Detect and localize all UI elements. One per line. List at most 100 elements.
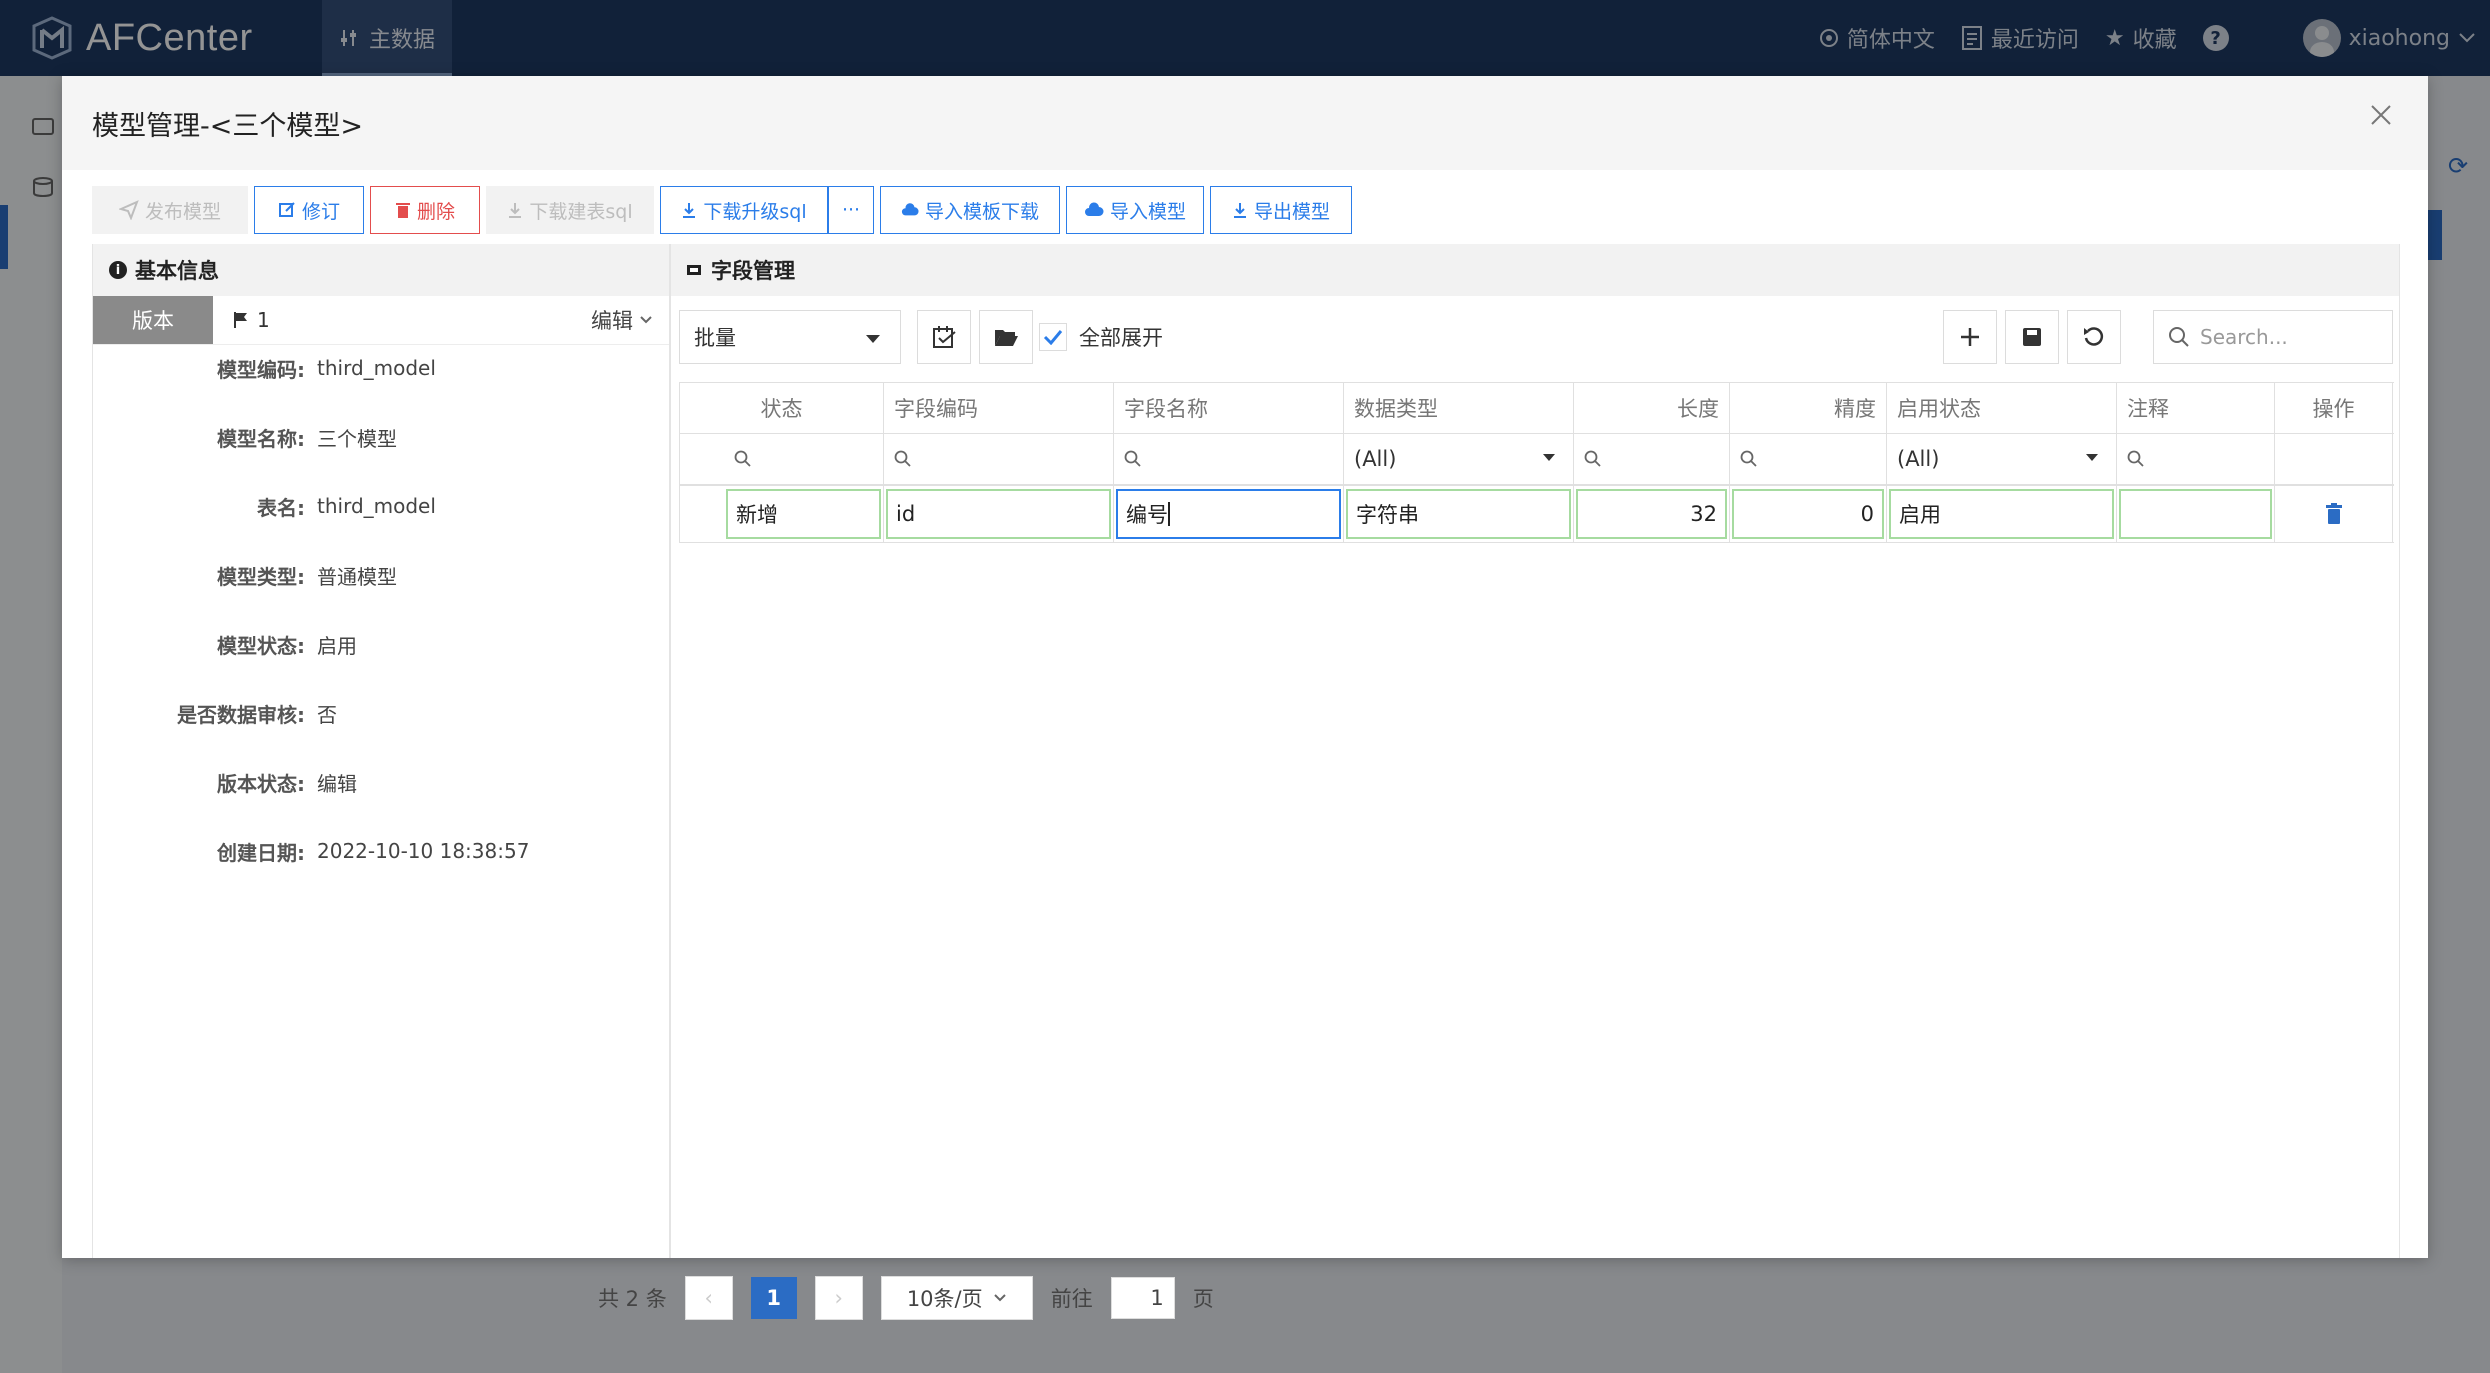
checkbox-box[interactable]	[1039, 323, 1067, 351]
info-row: 创建日期: 2022-10-10 18:38:57	[93, 831, 669, 871]
delete-button[interactable]: 删除	[370, 186, 480, 234]
filter-code[interactable]	[884, 434, 1114, 484]
column-header-code[interactable]: 字段编码	[884, 383, 1114, 433]
info-row: 模型名称: 三个模型	[93, 417, 669, 457]
trash-icon	[395, 203, 410, 218]
info-row: 版本状态: 编辑	[93, 762, 669, 802]
info-label: 版本状态:	[217, 771, 305, 796]
field-grid: 状态 字段编码 字段名称 数据类型 长度 精度 启用状态 注释 操作 (All)…	[679, 382, 2394, 543]
version-tab[interactable]: 版本	[93, 296, 213, 344]
cell-comment-value[interactable]	[2119, 489, 2272, 539]
column-header-comment[interactable]: 注释	[2117, 383, 2275, 433]
info-value: 普通模型	[317, 564, 397, 589]
info-value: 否	[317, 702, 337, 727]
cell-length[interactable]: 32	[1574, 486, 1730, 542]
pager-goto-input[interactable]: 1	[1110, 1277, 1175, 1319]
info-label: 表名:	[257, 495, 305, 520]
column-header-type[interactable]: 数据类型	[1344, 383, 1574, 433]
cell-name-editor[interactable]: 编号	[1116, 489, 1341, 539]
info-label: 模型状态:	[217, 633, 305, 658]
more-icon: ···	[841, 199, 861, 221]
publish-model-label: 发布模型	[144, 200, 221, 223]
cell-enabled[interactable]: 启用	[1887, 486, 2117, 542]
version-edit-dropdown[interactable]: 编辑	[591, 296, 653, 344]
background-pager: 共 2 条 ‹ 1 › 10条/页 前往 1 页	[598, 1262, 1214, 1334]
revise-button[interactable]: 修订	[254, 186, 364, 234]
batch-select[interactable]: 批量	[679, 310, 901, 364]
filter-precision[interactable]	[1730, 434, 1887, 484]
info-value: 编辑	[317, 771, 357, 796]
info-label: 创建日期:	[217, 840, 305, 865]
dialog-title: 模型管理-<三个模型>	[92, 111, 363, 142]
info-value: 启用	[317, 633, 357, 658]
more-button[interactable]: ···	[828, 186, 874, 234]
cell-type-value[interactable]: 字符串	[1346, 489, 1571, 539]
info-value: 2022-10-10 18:38:57	[317, 839, 530, 863]
trash-icon[interactable]	[2325, 503, 2343, 525]
cell-type[interactable]: 字符串	[1344, 486, 1574, 542]
search-icon	[1584, 450, 1601, 467]
filter-enabled-select[interactable]: (All)	[1887, 434, 2117, 484]
cloud-download-icon	[901, 203, 919, 216]
version-number: 1	[257, 308, 270, 332]
cell-name[interactable]: 编号	[1114, 486, 1344, 542]
text-cursor	[1168, 502, 1170, 526]
open-folder-button[interactable]	[979, 310, 1033, 364]
revise-label: 修订	[301, 200, 340, 223]
batch-select-value: 批量	[694, 326, 736, 350]
save-button[interactable]	[2005, 310, 2059, 364]
grid-header-row: 状态 字段编码 字段名称 数据类型 长度 精度 启用状态 注释 操作	[680, 383, 2394, 434]
import-model-button[interactable]: 导入模型	[1066, 186, 1204, 234]
caret-down-icon	[866, 335, 880, 343]
basic-info-title: 基本信息	[135, 259, 219, 283]
caret-down-icon	[1543, 454, 1555, 461]
cell-comment[interactable]	[2117, 486, 2275, 542]
cell-length-value[interactable]: 32	[1576, 489, 1727, 539]
pager-current-page[interactable]: 1	[750, 1277, 797, 1319]
plus-icon	[1961, 328, 1979, 346]
filter-length[interactable]	[1574, 434, 1730, 484]
calendar-check-icon	[933, 326, 956, 348]
undo-button[interactable]	[2067, 310, 2121, 364]
expand-all-checkbox[interactable]: 全部展开	[1039, 322, 1163, 352]
info-value: 三个模型	[317, 426, 397, 451]
info-row: 模型类型: 普通模型	[93, 555, 669, 595]
download-icon	[1233, 203, 1246, 218]
export-model-button[interactable]: 导出模型	[1210, 186, 1352, 234]
cell-status-value[interactable]: 新增	[726, 489, 881, 539]
filter-comment[interactable]	[2117, 434, 2275, 484]
cell-code-value[interactable]: id	[886, 489, 1111, 539]
download-create-sql-button[interactable]: 下载建表sql	[486, 186, 654, 234]
dialog-toolbar: 发布模型 修订 删除 下载建表sql 下载升级sql ··· 导入模板下载 导入…	[92, 186, 1352, 234]
cell-actions	[2275, 486, 2393, 542]
model-management-dialog: 模型管理-<三个模型> 发布模型 修订 删除 下载建表sql 下载升级sql ·…	[62, 76, 2428, 1258]
template-download-button[interactable]: 导入模板下载	[880, 186, 1060, 234]
filter-type-select[interactable]: (All)	[1344, 434, 1574, 484]
edit-icon	[278, 202, 295, 217]
cell-precision[interactable]: 0	[1730, 486, 1887, 542]
filter-name[interactable]	[1114, 434, 1344, 484]
column-header-precision[interactable]: 精度	[1730, 383, 1887, 433]
folder-open-icon	[995, 330, 1018, 346]
column-header-name[interactable]: 字段名称	[1114, 383, 1344, 433]
cell-status[interactable]: 新增	[680, 486, 884, 542]
cell-enabled-value[interactable]: 启用	[1889, 489, 2114, 539]
column-header-status[interactable]: 状态	[680, 383, 884, 433]
column-header-length[interactable]: 长度	[1574, 383, 1730, 433]
info-row: 模型状态: 启用	[93, 624, 669, 664]
pager-next-button[interactable]: ›	[814, 1276, 863, 1320]
close-icon[interactable]	[2366, 100, 2396, 130]
cell-code[interactable]: id	[884, 486, 1114, 542]
column-header-enabled[interactable]: 启用状态	[1887, 383, 2117, 433]
download-upgrade-sql-button[interactable]: 下载升级sql	[660, 186, 828, 234]
add-row-button[interactable]	[1943, 310, 1997, 364]
filter-status[interactable]	[680, 434, 884, 484]
search-placeholder: Search...	[2200, 325, 2288, 349]
pager-prev-button[interactable]: ‹	[684, 1276, 733, 1320]
check-list-button[interactable]	[917, 310, 971, 364]
pager-size-select[interactable]: 10条/页	[880, 1276, 1033, 1320]
field-search-input[interactable]: Search...	[2153, 310, 2393, 364]
publish-model-button[interactable]: 发布模型	[92, 186, 248, 234]
info-value: third_model	[317, 356, 436, 380]
cell-precision-value[interactable]: 0	[1732, 489, 1884, 539]
